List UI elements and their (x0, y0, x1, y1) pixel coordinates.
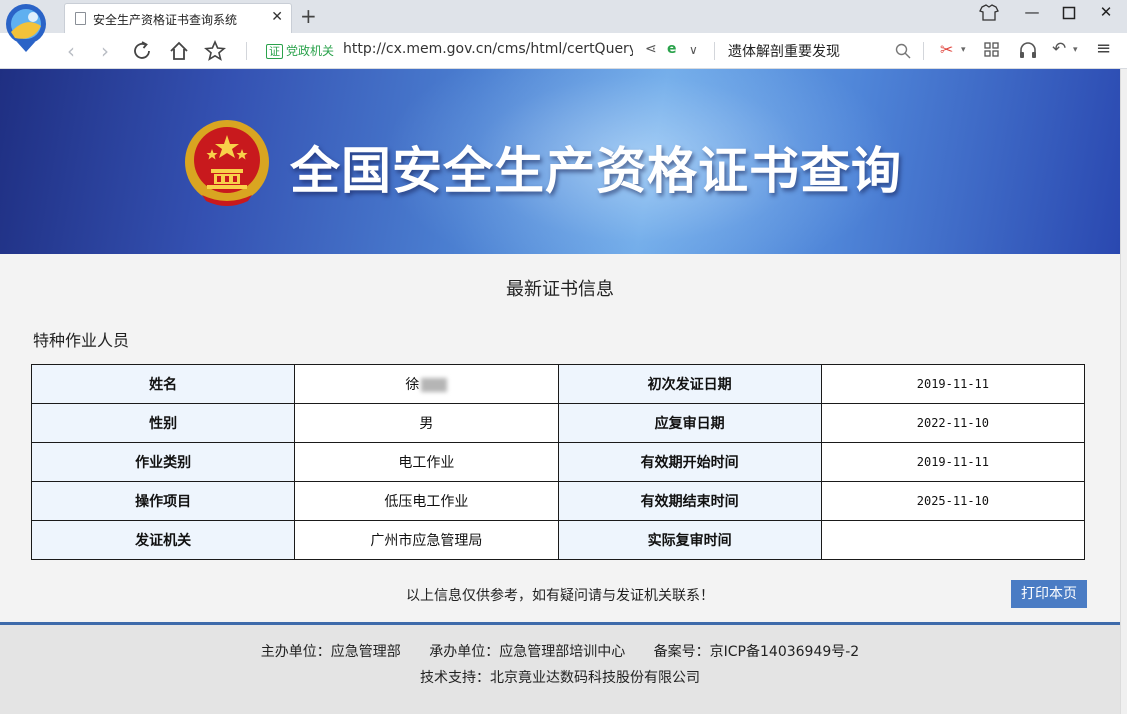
footer-host: 主办单位：应急管理部 (260, 644, 401, 660)
field-value: 广州市应急管理局 (294, 520, 559, 560)
field-label: 作业类别 (30, 442, 296, 482)
page-footer: 主办单位：应急管理部 承办单位：应急管理部培训中心 备案号：京ICP备14036… (0, 622, 1120, 714)
close-window-button[interactable]: ✕ (1088, 1, 1124, 25)
secure-gov-badge[interactable]: 证党政机关 (266, 42, 334, 59)
back-button[interactable]: ‹ (58, 38, 84, 64)
toolbar-divider (246, 42, 247, 60)
field-label: 性别 (30, 403, 296, 443)
name-value: 徐 (405, 377, 420, 393)
field-value-name: 徐 (294, 364, 559, 404)
table-row: 姓名 徐 初次发证日期 2019-11-11 (30, 364, 1086, 404)
apps-grid-icon[interactable] (984, 42, 1000, 58)
field-label: 姓名 (30, 364, 296, 404)
ie-compat-icon[interactable]: e (667, 41, 677, 57)
home-icon[interactable] (168, 40, 190, 62)
cert-category: 特种作业人员 (33, 331, 130, 350)
field-value: 2025-11-10 (820, 481, 1086, 521)
skin-icon[interactable] (978, 4, 1000, 22)
page-scrollbar[interactable] (1120, 69, 1127, 714)
maximize-button[interactable] (1062, 6, 1076, 20)
browser-logo-icon[interactable] (3, 2, 50, 54)
field-label: 操作项目 (30, 481, 296, 521)
field-value: 低压电工作业 (294, 481, 559, 521)
table-row: 性别 男 应复审日期 2022-11-10 (30, 403, 1086, 443)
toolbar-divider (714, 42, 715, 60)
browser-tab[interactable]: 安全生产资格证书查询系统 ✕ (64, 3, 292, 33)
share-icon[interactable]: ⋖ (645, 41, 657, 57)
forward-button[interactable]: › (92, 38, 118, 64)
field-value: 2019-11-11 (820, 364, 1086, 404)
browser-toolbar: ‹ › 证党政机关 http://cx.mem.gov.cn/cms/html/… (0, 33, 1127, 69)
certificate-table: 姓名 徐 初次发证日期 2019-11-11 性别 男 应复审日期 2022-1… (30, 364, 1086, 560)
address-bar-url[interactable]: http://cx.mem.gov.cn/cms/html/certQuery/ (343, 41, 633, 57)
table-row: 发证机关 广州市应急管理局 实际复审时间 (30, 520, 1086, 560)
footer-support: 技术支持：北京竟业达数码科技股份有限公司 (420, 670, 700, 686)
table-row: 作业类别 电工作业 有效期开始时间 2019-11-11 (30, 442, 1086, 482)
footer-organizer: 承办单位：应急管理部培训中心 (429, 644, 626, 660)
field-label: 发证机关 (30, 520, 296, 560)
secure-gov-label: 党政机关 (286, 44, 335, 58)
browser-titlebar: 安全生产资格证书查询系统 ✕ + — ✕ (0, 0, 1127, 52)
tab-title: 安全生产资格证书查询系统 (93, 13, 238, 27)
new-tab-button[interactable]: + (300, 4, 317, 28)
search-icon[interactable] (895, 43, 911, 59)
toolbar-divider (923, 42, 924, 60)
close-tab-icon[interactable]: ✕ (271, 9, 283, 25)
scissors-icon[interactable]: ✂ (940, 40, 953, 59)
field-label: 应复审日期 (557, 403, 822, 443)
chevron-down-icon[interactable]: ▾ (961, 45, 966, 55)
table-row: 操作项目 低压电工作业 有效期结束时间 2025-11-10 (30, 481, 1086, 521)
field-label: 有效期开始时间 (557, 442, 822, 482)
search-suggestion-input[interactable]: 遗体解剖重要发现 (728, 41, 840, 61)
field-label: 有效期结束时间 (557, 481, 822, 521)
certificate-panel: 最新证书信息 特种作业人员 姓名 徐 初次发证日期 2019-11-11 性别 … (0, 254, 1120, 622)
page-icon (75, 12, 86, 25)
field-label: 实际复审时间 (557, 520, 822, 560)
field-value (820, 520, 1086, 560)
national-emblem-icon (185, 120, 269, 206)
favorite-star-icon[interactable] (204, 40, 226, 62)
footer-icp[interactable]: 备案号：京ICP备14036949号-2 (654, 644, 860, 660)
cert-badge-icon: 证 (266, 44, 283, 59)
field-label: 初次发证日期 (557, 364, 822, 404)
headphones-icon[interactable] (1018, 41, 1038, 59)
banner-title: 全国安全生产资格证书查询 (290, 142, 902, 200)
footer-info-line: 主办单位：应急管理部 承办单位：应急管理部培训中心 备案号：京ICP备14036… (0, 641, 1120, 661)
field-value: 2019-11-11 (820, 442, 1086, 482)
print-page-button[interactable]: 打印本页 (1011, 580, 1087, 608)
menu-icon[interactable]: ≡ (1096, 38, 1111, 59)
disclaimer-text: 以上信息仅供参考，如有疑问请与发证机关联系！ (406, 588, 714, 604)
refresh-icon[interactable] (131, 40, 153, 62)
field-value: 电工作业 (294, 442, 559, 482)
minimize-button[interactable]: — (1014, 1, 1050, 25)
chevron-down-icon[interactable]: ∨ (689, 43, 698, 57)
field-value: 2022-11-10 (820, 403, 1086, 443)
undo-icon[interactable]: ↶ (1052, 39, 1066, 59)
chevron-down-icon[interactable]: ▾ (1073, 45, 1078, 55)
redacted-name-mask (421, 378, 448, 392)
field-value: 男 (294, 403, 559, 443)
section-title: 最新证书信息 (506, 279, 614, 300)
header-banner: 全国安全生产资格证书查询 (0, 69, 1120, 254)
